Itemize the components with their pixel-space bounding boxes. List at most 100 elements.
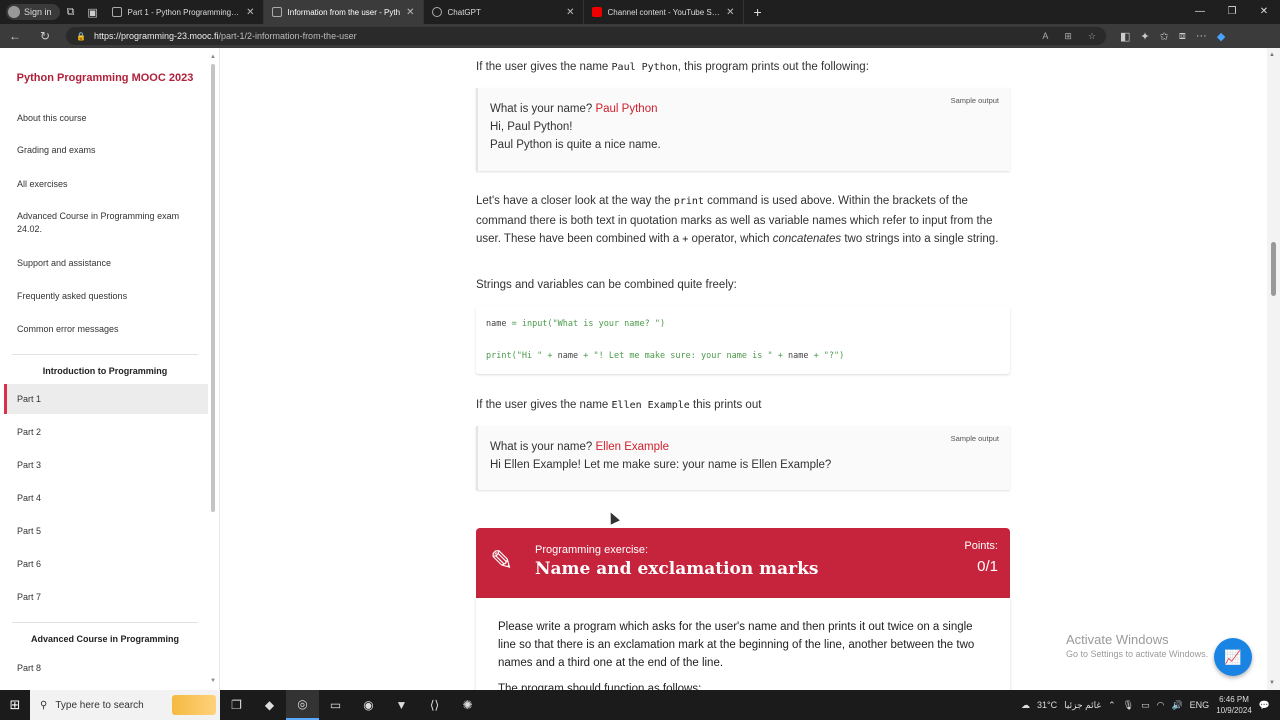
brave-icon[interactable]: ▼ bbox=[385, 690, 418, 720]
scroll-down-icon[interactable]: ▼ bbox=[1269, 680, 1275, 686]
tab-chatgpt[interactable]: ChatGPT ✕ bbox=[424, 0, 584, 24]
tab-actions-icon[interactable]: ▣ bbox=[82, 0, 104, 24]
system-tray: ☁ 31°C غائم جزئيا ⌃ 🎙 ▭ ◠ 🔊 ENG 6:46 PM … bbox=[1021, 694, 1280, 716]
code-token: + "! Let me make sure: your name is " + bbox=[578, 351, 788, 361]
sidebar-item-part-5[interactable]: Part 5 bbox=[17, 525, 197, 538]
read-aloud-icon[interactable]: A bbox=[1042, 31, 1048, 42]
taskbar-clock[interactable]: 6:46 PM 10/9/2024 bbox=[1216, 694, 1252, 716]
lock-icon[interactable]: 🔒 bbox=[76, 32, 86, 41]
sidebar-scrollbar[interactable] bbox=[211, 64, 215, 512]
paragraph-ellen-intro: If the user gives the name Ellen Example… bbox=[476, 396, 1010, 416]
sidebar-item-part-4[interactable]: Part 4 bbox=[17, 492, 197, 505]
youtube-icon bbox=[591, 7, 602, 17]
course-sidebar: Python Programming MOOC 2023 About this … bbox=[0, 48, 220, 690]
workspaces-icon[interactable]: ⧉ bbox=[60, 0, 82, 24]
refresh-icon[interactable]: ↻ bbox=[30, 29, 60, 43]
volume-icon[interactable]: 🔊 bbox=[1171, 700, 1182, 711]
sidebar-item-part-6[interactable]: Part 6 bbox=[17, 558, 197, 571]
vscode-icon[interactable]: ⟨⟩ bbox=[418, 690, 451, 720]
sample-line: Hi Ellen Example! Let me make sure: your… bbox=[490, 459, 832, 471]
sample-line: What is your name? Paul Python bbox=[490, 100, 998, 118]
extensions-icon[interactable]: ✦ bbox=[1140, 30, 1149, 43]
inline-code: Ellen Example bbox=[611, 400, 690, 411]
more-menu-icon[interactable]: ··· bbox=[1196, 30, 1207, 43]
sidebar-item-error-messages[interactable]: Common error messages bbox=[17, 323, 197, 336]
edge-browser-icon[interactable]: ◎ bbox=[286, 690, 319, 720]
text: operator, which bbox=[691, 233, 770, 245]
text: Let's have a closer look at the way the bbox=[476, 195, 671, 207]
tab-label: Part 1 - Python Programming MO bbox=[127, 7, 241, 17]
notifications-icon[interactable]: 💬 bbox=[1259, 700, 1270, 711]
back-icon[interactable]: ← bbox=[0, 29, 30, 43]
sign-in-button[interactable]: Sign in bbox=[6, 4, 60, 20]
sidebar-item-support[interactable]: Support and assistance bbox=[17, 257, 197, 270]
close-window-icon[interactable]: ✕ bbox=[1248, 0, 1280, 24]
text: If the user gives the name bbox=[476, 61, 609, 73]
sidebar-item-about[interactable]: About this course bbox=[17, 112, 197, 125]
text: If the user gives the name bbox=[476, 399, 609, 411]
task-view-icon[interactable]: ❐ bbox=[220, 690, 253, 720]
sidebar-scroll-down-icon[interactable]: ▼ bbox=[210, 678, 216, 684]
favorites-icon[interactable]: ✩ bbox=[1160, 30, 1169, 43]
windows-start-icon[interactable]: ⊞ bbox=[0, 697, 30, 713]
page-scroll-thumb[interactable] bbox=[1271, 242, 1276, 296]
copilot-icon[interactable]: ◆ bbox=[1217, 30, 1225, 43]
app-install-icon[interactable]: ⊞ bbox=[1064, 31, 1072, 42]
sidebar-item-all-exercises[interactable]: All exercises bbox=[17, 178, 197, 191]
sidebar-item-part-7[interactable]: Part 7 bbox=[17, 591, 197, 604]
tab-information-from-user[interactable]: Information from the user - Pyth ✕ bbox=[263, 0, 424, 24]
search-icon: ⚲ bbox=[40, 699, 48, 711]
sidebar-item-part-2[interactable]: Part 2 bbox=[17, 426, 197, 439]
scroll-up-icon[interactable]: ▲ bbox=[1269, 52, 1275, 58]
sidebar-item-faq[interactable]: Frequently asked questions bbox=[17, 290, 197, 303]
close-tab-icon[interactable]: ✕ bbox=[566, 7, 574, 18]
tray-chevron-icon[interactable]: ⌃ bbox=[1108, 700, 1116, 711]
sidebar-item-grading[interactable]: Grading and exams bbox=[17, 144, 197, 157]
paragraph-paul-intro: If the user gives the name Paul Python, … bbox=[476, 58, 1010, 78]
collections-icon[interactable]: ⧈ bbox=[1179, 30, 1186, 43]
file-explorer-icon[interactable]: ▭ bbox=[319, 690, 352, 720]
progress-chart-button[interactable]: 📈 bbox=[1214, 638, 1252, 676]
language-indicator[interactable]: ENG bbox=[1190, 700, 1210, 710]
course-title[interactable]: Python Programming MOOC 2023 bbox=[0, 72, 210, 84]
activate-windows-watermark: Activate Windows Go to Settings to activ… bbox=[1066, 632, 1208, 659]
taskbar-search[interactable]: ⚲ Type here to search bbox=[30, 690, 220, 720]
search-placeholder: Type here to search bbox=[55, 699, 144, 711]
exercise-title: Name and exclamation marks bbox=[535, 559, 819, 579]
sample-line: Paul Python is quite a nice name. bbox=[490, 139, 661, 151]
sidebar-section-intro: Introduction to Programming bbox=[42, 366, 168, 376]
weather-desc[interactable]: غائم جزئيا bbox=[1064, 700, 1101, 711]
sidebar-item-advanced-exam[interactable]: Advanced Course in Programming exam 24.0… bbox=[17, 210, 197, 236]
close-tab-icon[interactable]: ✕ bbox=[246, 7, 254, 18]
emphasis-text: concatenates bbox=[772, 233, 842, 245]
new-tab-icon[interactable]: + bbox=[744, 4, 772, 20]
close-tab-icon[interactable]: ✕ bbox=[406, 7, 414, 18]
microphone-icon[interactable]: 🎙 bbox=[1123, 700, 1134, 711]
page-icon bbox=[111, 7, 122, 17]
maximize-icon[interactable]: ❐ bbox=[1216, 0, 1248, 24]
browser-tab-bar: Sign in ⧉ ▣ Part 1 - Python Programming … bbox=[0, 0, 1280, 24]
chatgpt-app-icon[interactable]: ✺ bbox=[451, 690, 484, 720]
url-field[interactable]: 🔒 https://programming-23.mooc.fi/part-1/… bbox=[66, 27, 1106, 45]
sidebar-divider bbox=[12, 622, 198, 623]
tab-part-1[interactable]: Part 1 - Python Programming MO ✕ bbox=[104, 0, 264, 24]
user-input-text: Paul Python bbox=[595, 103, 658, 115]
tab-label: Channel content - YouTube Studio bbox=[607, 7, 721, 17]
tab-youtube-studio[interactable]: Channel content - YouTube Studio ✕ bbox=[584, 0, 744, 24]
page-scrollbar[interactable]: ▲ ▼ bbox=[1267, 48, 1280, 690]
battery-icon[interactable]: ▭ bbox=[1141, 700, 1150, 711]
sidebar-scroll-up-icon[interactable]: ▲ bbox=[210, 54, 216, 60]
chrome-icon[interactable]: ◉ bbox=[352, 690, 385, 720]
sidebar-item-part-1[interactable]: Part 1 bbox=[17, 393, 197, 406]
split-screen-icon[interactable]: ◧ bbox=[1120, 30, 1130, 43]
sidebar-item-part-3[interactable]: Part 3 bbox=[17, 459, 197, 472]
weather-temp[interactable]: 31°C bbox=[1037, 700, 1057, 710]
favorite-star-icon[interactable]: ☆ bbox=[1088, 31, 1096, 42]
page-icon bbox=[271, 7, 282, 17]
close-tab-icon[interactable]: ✕ bbox=[726, 7, 734, 18]
sidebar-item-part-8[interactable]: Part 8 bbox=[17, 662, 197, 675]
wifi-icon[interactable]: ◠ bbox=[1157, 700, 1165, 711]
weather-icon[interactable]: ☁ bbox=[1021, 700, 1030, 711]
minimize-icon[interactable]: — bbox=[1184, 0, 1216, 24]
copilot-app-icon[interactable]: ◆ bbox=[253, 690, 286, 720]
